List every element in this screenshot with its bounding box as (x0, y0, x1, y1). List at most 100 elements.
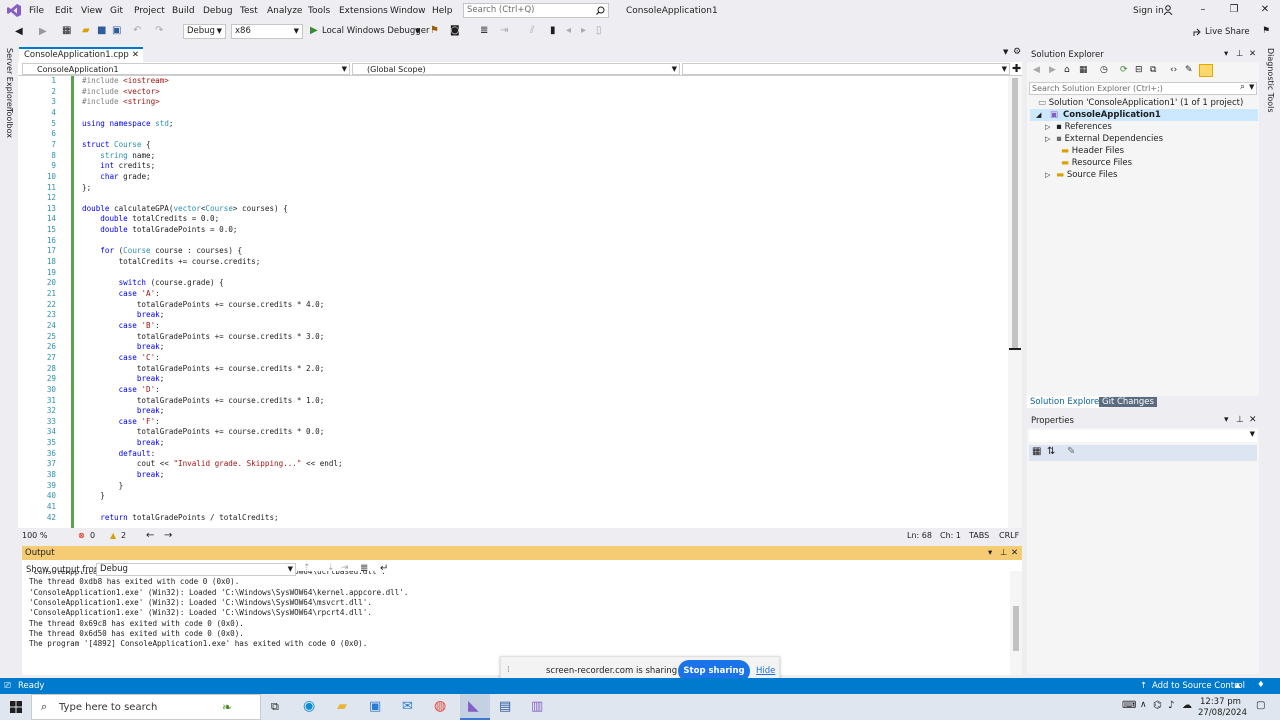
mail-icon[interactable]: ✉ (402, 699, 413, 714)
tabs-indicator[interactable]: TABS (969, 531, 989, 540)
gear-icon[interactable]: ⚙ (1013, 47, 1021, 57)
warning-count[interactable]: 2 (121, 531, 126, 540)
code-line[interactable]: 4 (18, 108, 1008, 119)
solution-node[interactable]: ▭ Solution 'ConsoleApplication1' (1 of 1… (1038, 97, 1243, 109)
menu-debug[interactable]: Debug (203, 4, 233, 18)
properties-icon[interactable]: ✎ (1185, 65, 1193, 75)
pending-changes-icon[interactable]: ◷ (1100, 65, 1108, 75)
global-scope-dropdown[interactable]: (Global Scope) ▼ (352, 63, 680, 75)
go-to-line-icon[interactable]: ⇥ (341, 563, 349, 573)
clock-date[interactable]: 27/08/2024 (1198, 708, 1247, 718)
undo-icon[interactable]: ↶ (133, 25, 146, 38)
find-next-icon[interactable]: ⇣ (327, 563, 335, 573)
split-window-icon[interactable]: ✚ (1012, 62, 1021, 75)
code-line[interactable]: 19 (18, 268, 1008, 279)
account-icon[interactable] (1163, 5, 1173, 15)
switch-views-icon[interactable]: ▦ (1079, 65, 1088, 75)
wrench-icon[interactable]: ✎ (1067, 446, 1075, 457)
clock-time[interactable]: 12:37 pm (1200, 697, 1241, 707)
properties-object-dropdown[interactable]: ▼ (1029, 430, 1257, 442)
collapsed-arrow-icon[interactable]: ▷ (1045, 135, 1050, 143)
sync-icon[interactable]: ⟳ (1120, 65, 1128, 75)
windows-start-icon[interactable] (10, 701, 22, 713)
redo-icon[interactable]: ↷ (155, 25, 168, 38)
format-icon[interactable]: ≣ (480, 25, 493, 38)
prev-issue-icon[interactable]: ← (146, 530, 154, 541)
code-line[interactable]: 13 double calculateGPA(vector<Course> cou… (18, 204, 1008, 215)
tree-item-source-files[interactable]: ▷ ▬ Source Files (1045, 169, 1117, 181)
maximize-button[interactable]: ❐ (1227, 4, 1241, 16)
server-explorer-tab[interactable]: Server Explorer (5, 48, 14, 110)
edge-icon[interactable]: ◉ (303, 698, 315, 714)
clear-all-icon[interactable]: ≣ (360, 563, 368, 574)
code-editor[interactable]: 1 #include <iostream> 2 #include <vector> 3 #… (18, 76, 1022, 528)
code-line[interactable]: 14 double totalCredits = 0.0; (18, 214, 1008, 225)
code-line[interactable]: 11}; (18, 183, 1008, 194)
code-line[interactable]: 39 } (18, 481, 1008, 492)
code-line[interactable]: 8 string name; (18, 151, 1008, 162)
chrome-icon[interactable]: ◍ (434, 698, 446, 714)
chevron-down-icon[interactable]: ▼ (1249, 83, 1254, 91)
menu-git[interactable]: Git (110, 4, 123, 18)
indent-icon[interactable]: ⇥ (500, 25, 513, 38)
code-line[interactable]: 38 break; (18, 470, 1008, 481)
panel-options-icon[interactable]: ▾ (1224, 415, 1229, 425)
error-count[interactable]: 0 (90, 531, 95, 540)
menu-extensions[interactable]: Extensions (339, 4, 388, 18)
code-line[interactable]: 16 (18, 236, 1008, 247)
next-issue-icon[interactable]: → (164, 530, 172, 541)
notifications-icon[interactable]: ♦ (1257, 680, 1265, 690)
file-explorer-icon[interactable]: ▰ (337, 699, 347, 714)
show-all-files-icon[interactable]: ⧉ (1150, 65, 1156, 75)
preview-selected-icon[interactable] (1199, 64, 1213, 77)
code-line[interactable]: 1 #include <iostream> (18, 76, 1008, 87)
panel-options-icon[interactable]: ▾ (1224, 49, 1228, 59)
code-line[interactable]: 29 break; (18, 374, 1008, 385)
solution-search-input[interactable]: Search Solution Explorer (Ctrl+;) ⌕ ▼ (1029, 82, 1257, 95)
chevron-up-icon[interactable]: ▲ (1235, 681, 1240, 689)
task-view-icon[interactable]: ⧉ (271, 700, 279, 714)
error-icon[interactable]: ⊗ (78, 531, 85, 540)
code-line[interactable]: 20 switch (course.grade) { (18, 278, 1008, 289)
code-line[interactable]: 32 break; (18, 406, 1008, 417)
live-share-icon[interactable] (1193, 27, 1203, 37)
categorized-icon[interactable]: ▦ (1032, 446, 1041, 457)
tree-item-references[interactable]: ▷ ▪ References (1045, 121, 1112, 133)
menu-tools[interactable]: Tools (308, 4, 330, 18)
code-line[interactable]: 22 totalGradePoints += course.credits * … (18, 300, 1008, 311)
signin-link[interactable]: Sign in (1133, 4, 1164, 18)
menu-analyze[interactable]: Analyze (267, 4, 302, 18)
code-line[interactable]: 7 struct Course { (18, 140, 1008, 151)
menu-help[interactable]: Help (432, 4, 453, 18)
code-line[interactable]: 30 case 'D': (18, 385, 1008, 396)
output-scrollbar[interactable] (1010, 571, 1022, 675)
save-icon[interactable]: ■ (97, 25, 110, 38)
code-line[interactable]: 24 case 'B': (18, 321, 1008, 332)
code-line[interactable]: 37 cout << "Invalid grade. Skipping..." … (18, 459, 1008, 470)
back-icon[interactable]: ◀ (15, 26, 28, 39)
code-line[interactable]: 18 totalCredits += course.credits; (18, 257, 1008, 268)
code-line[interactable]: 17 for (Course course : courses) { (18, 246, 1008, 257)
forward-icon[interactable]: ▶ (1049, 65, 1056, 75)
view-code-icon[interactable]: ‹› (1170, 65, 1177, 75)
home-icon[interactable]: ⌂ (1064, 65, 1070, 75)
clear-bookmarks-icon[interactable]: ▯ (596, 25, 609, 38)
close-panel-icon[interactable]: ✕ (1011, 546, 1018, 560)
output-source-dropdown[interactable]: Debug ▼ (96, 563, 296, 576)
platform-dropdown[interactable]: x86 ▼ (231, 24, 303, 39)
menu-view[interactable]: View (81, 4, 102, 18)
zoom-level[interactable]: 100 % (22, 531, 47, 540)
code-line[interactable]: 3 #include <string> (18, 97, 1008, 108)
code-line[interactable]: 9 int credits; (18, 161, 1008, 172)
code-line[interactable]: 28 totalGradePoints += course.credits * … (18, 364, 1008, 375)
volume-icon[interactable]: ♪ (1168, 700, 1174, 711)
taskbar-visual-studio[interactable]: ◣ (460, 694, 490, 720)
collapse-all-icon[interactable]: ⊟ (1135, 65, 1143, 75)
language-icon[interactable]: ⌨ (1122, 700, 1136, 711)
close-panel-icon[interactable]: ✕ (1249, 415, 1257, 425)
word-icon[interactable]: ▤ (499, 699, 511, 714)
run-debugger-button[interactable]: Local Windows Debugger (322, 26, 429, 36)
close-panel-icon[interactable]: ✕ (1249, 49, 1256, 59)
bookmark-icon[interactable]: ▮ (550, 25, 563, 38)
code-line[interactable]: 36 default: (18, 449, 1008, 460)
